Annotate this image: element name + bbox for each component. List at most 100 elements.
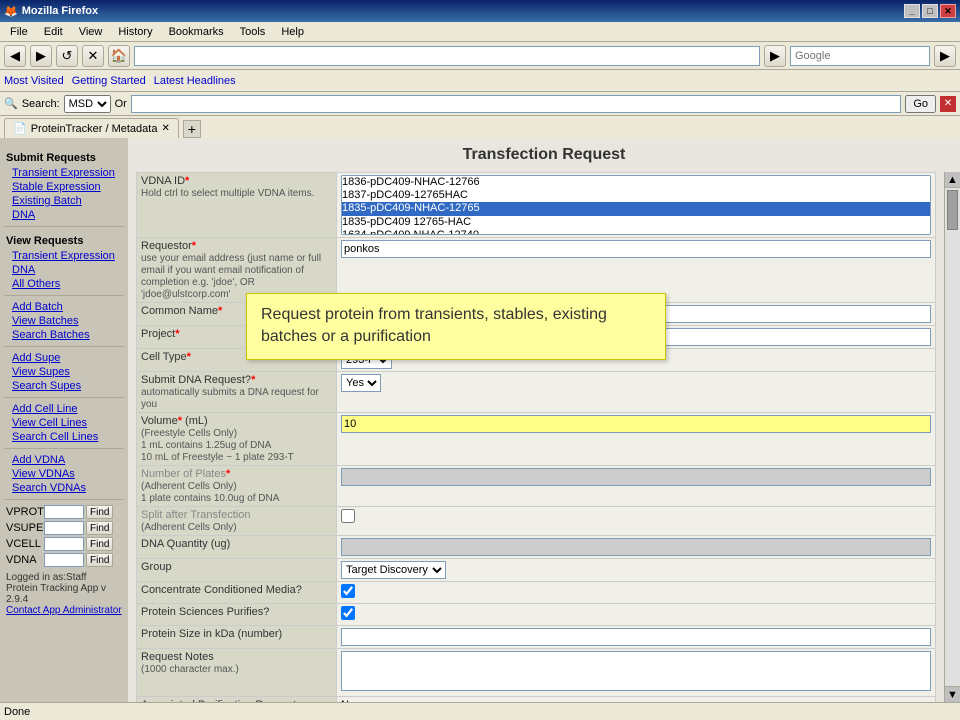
vdna-id-label: VDNA ID* bbox=[141, 175, 189, 187]
sidebar-header-view-requests: View Requests bbox=[4, 235, 124, 247]
find-vprot-label: VPROT bbox=[6, 506, 42, 518]
vdna-id-select[interactable]: 1836-pDC409-NHAC-12766 1837-pDC409-12765… bbox=[341, 175, 931, 235]
go-button[interactable]: ▶ bbox=[764, 45, 786, 67]
split-after-checkbox[interactable] bbox=[341, 509, 355, 523]
requestor-input[interactable] bbox=[341, 240, 931, 258]
vdna-option-1[interactable]: 1836-pDC409-NHAC-12766 bbox=[342, 176, 930, 189]
menu-help[interactable]: Help bbox=[275, 25, 310, 39]
sidebar-link-dna-view[interactable]: DNA bbox=[4, 263, 124, 277]
tooltip-text: Request protein from transients, stables… bbox=[261, 306, 607, 345]
volume-desc: (Freestyle Cells Only)1 mL contains 1.25… bbox=[141, 428, 294, 463]
menu-bar: File Edit View History Bookmarks Tools H… bbox=[0, 22, 960, 42]
volume-input[interactable] bbox=[341, 415, 931, 433]
home-button[interactable]: 🏠 bbox=[108, 45, 130, 67]
sidebar-link-all-others[interactable]: All Others bbox=[4, 277, 124, 291]
scroll-down-button[interactable]: ▼ bbox=[945, 686, 960, 702]
sidebar-link-add-vdna[interactable]: Add VDNA bbox=[4, 453, 124, 467]
find-vdna-button[interactable]: Find bbox=[86, 553, 113, 567]
most-visited-link[interactable]: Most Visited bbox=[4, 75, 64, 87]
sidebar-link-view-batches[interactable]: View Batches bbox=[4, 314, 124, 328]
close-search-icon[interactable]: ✕ bbox=[940, 96, 956, 112]
getting-started-link[interactable]: Getting Started bbox=[72, 75, 146, 87]
menu-tools[interactable]: Tools bbox=[234, 25, 272, 39]
sidebar-footer: Logged in as:Staff Protein Tracking App … bbox=[4, 568, 124, 620]
form-scrollbar[interactable]: ▲ ▼ bbox=[944, 172, 960, 702]
status-text: Done bbox=[4, 706, 30, 718]
sidebar-link-view-cell-lines[interactable]: View Cell Lines bbox=[4, 416, 124, 430]
contact-admin-link[interactable]: Contact App Administrator bbox=[6, 605, 122, 616]
sidebar-link-search-supes[interactable]: Search Supes bbox=[4, 379, 124, 393]
scroll-up-button[interactable]: ▲ bbox=[945, 172, 960, 188]
find-vprot-input[interactable] bbox=[44, 505, 84, 519]
back-button[interactable]: ◀ bbox=[4, 45, 26, 67]
search-go-button[interactable]: ▶ bbox=[934, 45, 956, 67]
address-bar[interactable] bbox=[134, 46, 760, 66]
menu-bookmarks[interactable]: Bookmarks bbox=[163, 25, 230, 39]
sidebar-link-add-batch[interactable]: Add Batch bbox=[4, 300, 124, 314]
or-label: Or bbox=[115, 98, 127, 110]
sidebar-link-add-supe[interactable]: Add Supe bbox=[4, 351, 124, 365]
sidebar-link-stable-expression[interactable]: Stable Expression bbox=[4, 180, 124, 194]
ps-purifies-checkbox[interactable] bbox=[341, 606, 355, 620]
menu-file[interactable]: File bbox=[4, 25, 34, 39]
num-plates-input[interactable] bbox=[341, 468, 931, 486]
vdna-option-4[interactable]: 1835-pDC409 12765-HAC bbox=[342, 216, 930, 229]
find-vsupe-input[interactable] bbox=[44, 521, 84, 535]
scroll-thumb[interactable] bbox=[947, 190, 958, 230]
sidebar-link-add-cell-line[interactable]: Add Cell Line bbox=[4, 402, 124, 416]
sidebar-link-dna-submit[interactable]: DNA bbox=[4, 208, 124, 222]
group-select[interactable]: Target Discovery Protein Sciences Other bbox=[341, 561, 446, 579]
split-after-label: Split after Transfection bbox=[141, 509, 250, 521]
sidebar-link-search-cell-lines[interactable]: Search Cell Lines bbox=[4, 430, 124, 444]
forward-button[interactable]: ▶ bbox=[30, 45, 52, 67]
minimize-button[interactable]: _ bbox=[904, 4, 920, 18]
vdna-option-2[interactable]: 1837-pDC409-12765HAC bbox=[342, 189, 930, 202]
submit-dna-select[interactable]: Yes No bbox=[341, 374, 381, 392]
stop-button[interactable]: ✕ bbox=[82, 45, 104, 67]
concentrate-checkbox[interactable] bbox=[341, 584, 355, 598]
form-scroll-area[interactable]: VDNA ID* Hold ctrl to select multiple VD… bbox=[128, 172, 944, 702]
refresh-button[interactable]: ↺ bbox=[56, 45, 78, 67]
group-label: Group bbox=[141, 561, 172, 573]
common-name-label: Common Name* bbox=[141, 305, 222, 317]
go-search-button[interactable]: Go bbox=[905, 95, 936, 113]
find-vsupe-button[interactable]: Find bbox=[86, 521, 113, 535]
search-box[interactable] bbox=[790, 46, 930, 66]
vdna-option-3[interactable]: 1835-pDC409-NHAC-12765 bbox=[342, 202, 930, 215]
logged-in-label: Logged in as:Staff bbox=[6, 572, 122, 583]
form-row-submit-dna: Submit DNA Request?* automatically submi… bbox=[137, 372, 936, 413]
latest-headlines-link[interactable]: Latest Headlines bbox=[154, 75, 236, 87]
find-row-vsupe: VSUPE Find bbox=[4, 520, 124, 536]
maximize-button[interactable]: □ bbox=[922, 4, 938, 18]
sidebar: Submit Requests Transient Expression Sta… bbox=[0, 138, 128, 702]
sidebar-link-search-vdnas[interactable]: Search VDNAs bbox=[4, 481, 124, 495]
find-vprot-button[interactable]: Find bbox=[86, 505, 113, 519]
menu-view[interactable]: View bbox=[73, 25, 109, 39]
find-vdna-input[interactable] bbox=[44, 553, 84, 567]
sidebar-link-transient-view[interactable]: Transient Expression bbox=[4, 249, 124, 263]
sidebar-link-transient-expression[interactable]: Transient Expression bbox=[4, 166, 124, 180]
menu-history[interactable]: History bbox=[112, 25, 158, 39]
sidebar-link-view-supes[interactable]: View Supes bbox=[4, 365, 124, 379]
find-vcell-input[interactable] bbox=[44, 537, 84, 551]
search-dropdown[interactable]: MSD bbox=[64, 95, 111, 113]
sidebar-link-view-vdnas[interactable]: View VDNAs bbox=[4, 467, 124, 481]
vdna-option-5[interactable]: 1634-pDC409 NHAC-12740 bbox=[342, 229, 930, 235]
find-row-vcell: VCELL Find bbox=[4, 536, 124, 552]
tab-icon: 📄 bbox=[13, 122, 27, 135]
search-input[interactable] bbox=[131, 95, 901, 113]
tab-close-icon[interactable]: ✕ bbox=[161, 123, 169, 134]
sidebar-link-search-batches[interactable]: Search Batches bbox=[4, 328, 124, 342]
find-vcell-button[interactable]: Find bbox=[86, 537, 113, 551]
close-button[interactable]: ✕ bbox=[940, 4, 956, 18]
protein-size-input[interactable] bbox=[341, 628, 931, 646]
new-tab-button[interactable]: + bbox=[183, 120, 201, 138]
request-notes-textarea[interactable] bbox=[341, 651, 931, 691]
sidebar-link-existing-batch[interactable]: Existing Batch bbox=[4, 194, 124, 208]
menu-edit[interactable]: Edit bbox=[38, 25, 69, 39]
cell-type-label: Cell Type* bbox=[141, 351, 191, 363]
form-row-concentrate: Concentrate Conditioned Media? bbox=[137, 582, 936, 604]
assoc-purification-label: Associated Purification Request bbox=[141, 699, 296, 702]
dna-quantity-input[interactable] bbox=[341, 538, 931, 556]
tab-proteintracker[interactable]: 📄 ProteinTracker / Metadata ✕ bbox=[4, 118, 179, 138]
